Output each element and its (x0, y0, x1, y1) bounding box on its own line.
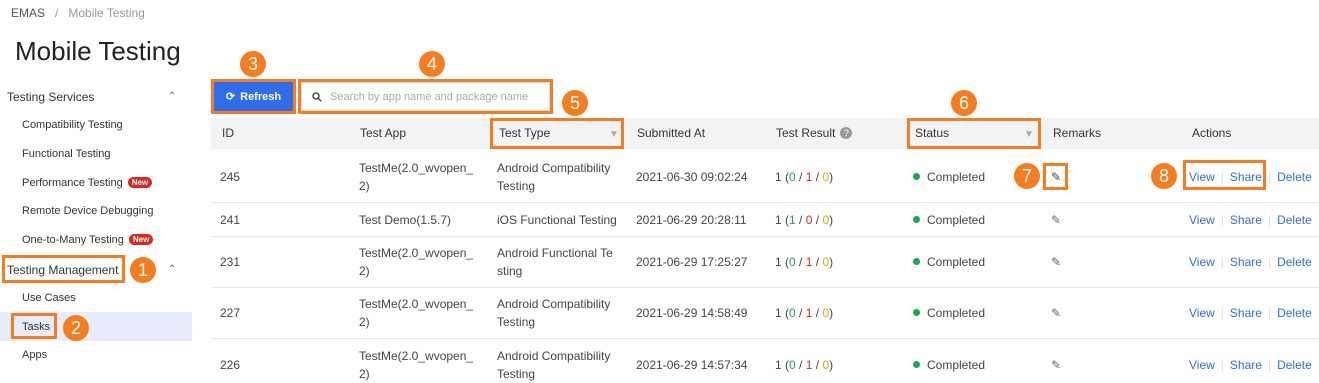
edit-remark-icon[interactable]: ✎ (1051, 253, 1061, 271)
cell-status: Completed (913, 304, 985, 322)
view-link[interactable]: View (1189, 213, 1215, 227)
annotation-marker-6: 6 (951, 90, 977, 116)
status-dot-icon (913, 258, 920, 265)
cell-id: 241 (220, 213, 241, 227)
cell-test-app: TestMe(2.0_wvopen_ 2) (359, 297, 474, 329)
help-icon[interactable]: ? (840, 127, 853, 139)
status-dot-icon (913, 173, 920, 180)
delete-link[interactable]: Delete (1277, 358, 1312, 372)
sidebar-item-use-cases[interactable]: Use Cases (22, 292, 76, 304)
column-header-test-app: Test App (360, 126, 407, 140)
delete-link[interactable]: Delete (1277, 213, 1312, 227)
row-actions: View | Share | Delete (1189, 255, 1312, 269)
annotation-box-1 (2, 255, 125, 283)
cell-test-type: Android Compatibility Testing (497, 297, 611, 329)
page-title: Mobile Testing (15, 36, 181, 66)
status-dot-icon (913, 216, 920, 223)
breadcrumb-separator: / (55, 6, 59, 20)
annotation-marker-5: 5 (562, 90, 588, 116)
cell-test-app: TestMe(2.0_wvopen_ 2) (359, 161, 474, 193)
annotation-box-7 (1043, 163, 1068, 190)
new-badge: New (128, 234, 154, 245)
view-link[interactable]: View (1189, 358, 1215, 372)
cell-test-result: 1 (0 / 1 / 0) (775, 255, 834, 269)
row-divider (211, 338, 1319, 339)
sidebar-group-testing-services[interactable]: Testing Services (7, 90, 94, 104)
delete-link[interactable]: Delete (1277, 306, 1312, 320)
cell-id: 226 (220, 358, 241, 372)
view-link[interactable]: View (1189, 255, 1215, 269)
sidebar-item-one-to-many-testing[interactable]: One-to-Many Testing New (22, 234, 154, 246)
sidebar-item-compatibility-testing[interactable]: Compatibility Testing (22, 119, 123, 131)
cell-status: Completed (913, 356, 985, 374)
annotation-marker-3: 3 (240, 51, 266, 77)
cell-test-type: Android Compatibility Testing (497, 161, 611, 193)
cell-submitted-at: 2021-06-29 20:28:11 (636, 213, 747, 227)
breadcrumb-current: Mobile Testing (68, 6, 145, 20)
chevron-up-icon[interactable]: ⌃ (168, 91, 176, 102)
share-link[interactable]: Share (1230, 213, 1262, 227)
cell-test-app: Test Demo(1.5.7) (359, 213, 452, 227)
cell-id: 231 (220, 255, 241, 269)
row-divider (211, 236, 1319, 237)
annotation-marker-1: 1 (130, 257, 156, 283)
column-header-id: ID (222, 126, 234, 140)
cell-status: Completed (913, 168, 985, 186)
row-actions: View | Share | Delete (1189, 358, 1312, 372)
cell-submitted-at: 2021-06-29 14:57:34 (636, 358, 748, 372)
sidebar-item-remote-device-debugging[interactable]: Remote Device Debugging (22, 205, 153, 217)
sidebar-item-functional-testing[interactable]: Functional Testing (22, 148, 110, 160)
column-header-actions: Actions (1192, 126, 1232, 140)
column-header-test-result: Test Result? (776, 126, 853, 140)
annotation-box-5 (490, 118, 624, 149)
column-header-remarks: Remarks (1053, 126, 1102, 140)
cell-test-result: 1 (1 / 0 / 0) (775, 213, 834, 227)
annotation-box-4 (298, 79, 553, 114)
delete-link[interactable]: Delete (1277, 170, 1312, 184)
breadcrumb-root[interactable]: EMAS (11, 6, 45, 20)
cell-status: Completed (913, 211, 985, 229)
share-link[interactable]: Share (1230, 306, 1262, 320)
annotation-box-3 (211, 79, 296, 114)
cell-test-type: iOS Functional Testing (497, 213, 617, 227)
annotation-marker-7: 7 (1014, 163, 1040, 189)
row-actions: View | Share | Delete (1189, 306, 1312, 320)
cell-id: 245 (220, 170, 241, 184)
row-divider (211, 202, 1319, 203)
edit-remark-icon[interactable]: ✎ (1051, 304, 1061, 322)
cell-test-type: Android Functional Te sting (497, 246, 613, 278)
sidebar-item-apps[interactable]: Apps (22, 349, 47, 361)
row-divider (211, 287, 1319, 288)
annotation-marker-8: 8 (1151, 163, 1177, 189)
annotation-box-8 (1183, 160, 1266, 190)
cell-test-result: 1 (0 / 1 / 0) (775, 358, 834, 372)
annotation-box-6 (907, 118, 1041, 149)
annotation-marker-4: 4 (419, 51, 445, 77)
status-dot-icon (913, 309, 920, 316)
chevron-up-icon[interactable]: ⌃ (168, 264, 176, 275)
annotation-box-2 (11, 313, 57, 339)
column-header-submitted-at: Submitted At (637, 126, 706, 140)
delete-link[interactable]: Delete (1277, 255, 1312, 269)
cell-id: 227 (220, 306, 241, 320)
cell-submitted-at: 2021-06-29 14:58:49 (636, 306, 748, 320)
share-link[interactable]: Share (1230, 358, 1262, 372)
new-badge: New (127, 177, 153, 188)
edit-remark-icon[interactable]: ✎ (1051, 356, 1061, 374)
cell-test-result: 1 (0 / 1 / 0) (775, 306, 834, 320)
share-link[interactable]: Share (1230, 255, 1262, 269)
cell-test-app: TestMe(2.0_wvopen_ 2) (359, 246, 474, 278)
cell-submitted-at: 2021-06-30 09:02:24 (636, 170, 748, 184)
row-actions: View | Share | Delete (1189, 213, 1312, 227)
cell-status: Completed (913, 253, 985, 271)
edit-remark-icon[interactable]: ✎ (1051, 211, 1061, 229)
sidebar-item-performance-testing[interactable]: Performance Testing New (22, 177, 153, 189)
status-dot-icon (913, 361, 920, 368)
view-link[interactable]: View (1189, 306, 1215, 320)
cell-test-result: 1 (0 / 1 / 0) (775, 170, 834, 184)
annotation-marker-2: 2 (63, 315, 89, 341)
cell-submitted-at: 2021-06-29 17:25:27 (636, 255, 748, 269)
breadcrumb: EMAS / Mobile Testing (11, 6, 145, 20)
